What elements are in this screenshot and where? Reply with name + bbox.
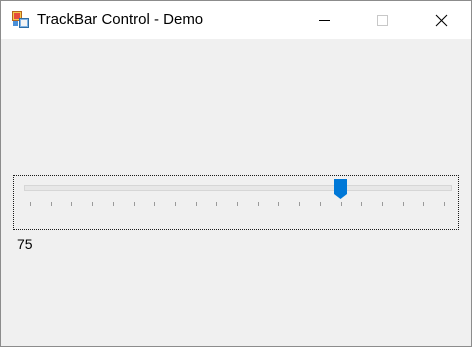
winforms-app-icon	[12, 11, 29, 28]
maximize-icon	[377, 15, 388, 26]
value-label: 75	[17, 236, 33, 252]
maximize-button[interactable]	[353, 1, 411, 39]
minimize-button[interactable]	[295, 1, 353, 39]
form-client-area: 75	[1, 39, 471, 346]
minimize-icon	[319, 20, 330, 21]
close-icon	[435, 14, 448, 27]
trackbar-thumb-layer	[334, 179, 347, 199]
close-button[interactable]	[413, 1, 471, 39]
title-bar[interactable]: TrackBar Control - Demo	[1, 1, 471, 39]
main-window: TrackBar Control - Demo 75	[0, 0, 472, 347]
window-title: TrackBar Control - Demo	[37, 11, 204, 28]
trackbar[interactable]	[13, 175, 459, 230]
trackbar-thumb[interactable]	[334, 179, 347, 199]
